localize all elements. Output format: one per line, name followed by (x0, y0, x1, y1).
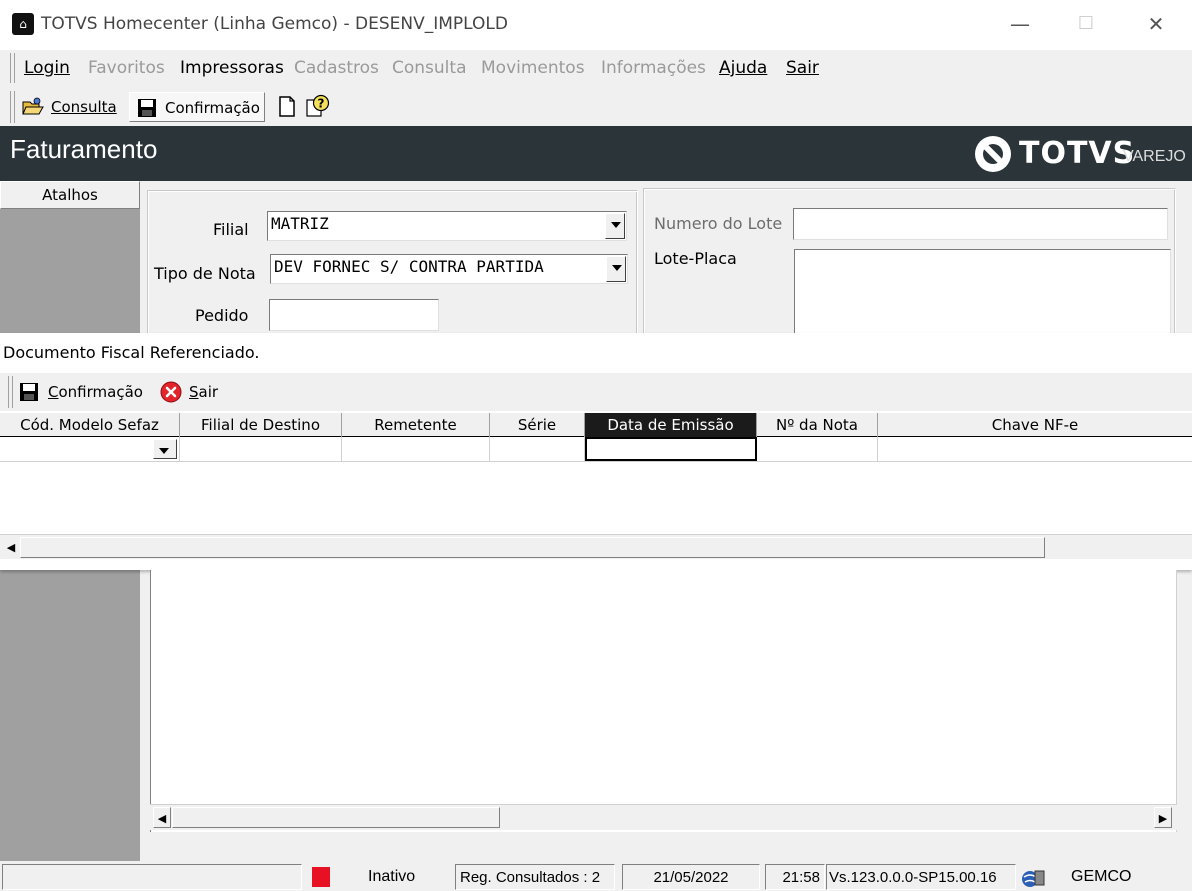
status-panel-message (2, 864, 302, 890)
consulta-button[interactable]: Consulta (22, 92, 126, 122)
status-version: Vs.123.0.0.0-SP15.00.16 (826, 864, 1016, 890)
cell-cod-modelo-sefaz[interactable] (0, 437, 180, 461)
menu-grip (10, 53, 15, 83)
dialog-toolbar: Confirmação Sair (0, 373, 1192, 411)
status-date: 21/05/2022 (622, 864, 760, 890)
confirmacao-label: Confirmação (165, 99, 260, 117)
module-title: Faturamento (10, 134, 158, 164)
menu-impressoras[interactable]: Impressoras (180, 58, 284, 78)
close-button[interactable]: ✕ (1136, 10, 1176, 38)
menu-ajuda[interactable]: Ajuda (719, 58, 767, 78)
filial-dropdown-icon[interactable] (605, 213, 625, 239)
dialog-toolbar-grip (8, 376, 13, 408)
col-remetente[interactable]: Remetente (342, 413, 490, 437)
lote-placa-textarea[interactable] (794, 249, 1171, 339)
col-chave-nfe[interactable]: Chave NF-e (878, 413, 1192, 437)
confirmacao-button[interactable]: Confirmação (129, 92, 265, 122)
status-reg-consultados: Reg. Consultados : 2 (455, 864, 615, 890)
tipo-nota-combo[interactable]: DEV FORNEC S/ CONTRA PARTIDA (270, 254, 628, 284)
col-filial-destino[interactable]: Filial de Destino (180, 413, 342, 437)
list-horizontal-scrollbar[interactable]: ◀ ▶ (150, 804, 1177, 830)
network-icon (1022, 870, 1045, 887)
menu-login[interactable]: Login (24, 58, 70, 78)
window-title: TOTVS Homecenter (Linha Gemco) - DESENV_… (41, 14, 508, 34)
app-icon: ⌂ (12, 13, 34, 35)
dialog-sair-button[interactable]: Sair (160, 377, 230, 407)
logo-subtext: VAREJO (1123, 148, 1186, 165)
dialog-confirmacao-label: Confirmação (48, 383, 143, 401)
scroll-right-icon[interactable]: ▶ (1154, 807, 1172, 828)
documento-fiscal-dialog: Documento Fiscal Referenciado. Confirmaç… (0, 333, 1192, 570)
status-time: 21:58 (765, 864, 825, 890)
numero-lote-input[interactable] (793, 208, 1168, 240)
tipo-nota-value: DEV FORNEC S/ CONTRA PARTIDA (274, 257, 544, 276)
menu-informacoes[interactable]: Informações (601, 58, 706, 78)
module-header: Faturamento TOTVS VAREJO (0, 126, 1192, 181)
modelo-dropdown-icon[interactable] (153, 439, 177, 459)
tipo-nota-label: Tipo de Nota (154, 264, 256, 283)
menu-cadastros[interactable]: Cadastros (294, 58, 379, 78)
toolbar: Consulta Confirmação ? (0, 88, 340, 126)
items-list-panel[interactable] (150, 570, 1177, 832)
dialog-title: Documento Fiscal Referenciado. (3, 343, 260, 362)
col-numero-nota[interactable]: Nº da Nota (757, 413, 878, 437)
folder-open-icon (22, 97, 44, 115)
menu-favoritos[interactable]: Favoritos (88, 58, 165, 78)
toolbar-grip (10, 91, 15, 123)
menu-sair[interactable]: Sair (786, 58, 819, 78)
menu-consulta[interactable]: Consulta (392, 58, 466, 78)
filial-value: MATRIZ (271, 214, 329, 233)
title-bar: ⌂ TOTVS Homecenter (Linha Gemco) - DESEN… (0, 0, 1192, 50)
cell-serie[interactable] (490, 437, 585, 461)
numero-lote-label: Numero do Lote (654, 214, 783, 233)
dialog-confirmacao-button[interactable]: Confirmação (19, 377, 147, 407)
cell-data-emissao[interactable] (585, 437, 757, 461)
menu-bar: Login Favoritos Impressoras Cadastros Co… (0, 50, 1192, 86)
cell-chave-nfe[interactable] (878, 437, 1192, 461)
lote-placa-label: Lote-Placa (654, 249, 737, 268)
status-bar: Inativo Reg. Consultados : 2 21/05/2022 … (0, 861, 1192, 891)
dialog-horizontal-scrollbar[interactable]: ◀ (0, 534, 1192, 559)
col-serie[interactable]: Série (490, 413, 585, 437)
table-row (0, 437, 1192, 462)
col-data-emissao[interactable]: Data de Emissão (585, 413, 757, 437)
scrollbar-thumb[interactable] (172, 807, 500, 828)
totvs-logo-mark (975, 136, 1011, 172)
close-circle-icon (160, 381, 182, 403)
atalhos-button[interactable]: Atalhos (0, 181, 140, 209)
cell-filial-destino[interactable] (180, 437, 342, 461)
cell-numero-nota[interactable] (757, 437, 878, 461)
status-estado: Inativo (368, 868, 416, 885)
pedido-input[interactable] (269, 299, 439, 331)
consulta-label: Consulta (51, 98, 117, 116)
status-indicator (312, 867, 330, 887)
minimize-button[interactable]: — (1000, 10, 1040, 38)
menu-movimentos[interactable]: Movimentos (481, 58, 585, 78)
dialog-sair-label: Sair (189, 383, 219, 401)
pedido-label: Pedido (195, 306, 249, 325)
status-system: GEMCO (1071, 868, 1132, 885)
grid-header: Cód. Modelo Sefaz Filial de Destino Reme… (0, 413, 1192, 437)
filial-label: Filial (213, 220, 249, 239)
filial-combo[interactable]: MATRIZ (267, 211, 627, 241)
new-document-icon[interactable] (278, 96, 296, 118)
logo-text: TOTVS (1019, 136, 1136, 171)
scroll-left-icon[interactable]: ◀ (153, 807, 171, 828)
scroll-left-icon[interactable]: ◀ (2, 537, 20, 558)
maximize-button[interactable]: ☐ (1066, 10, 1106, 38)
help-icon[interactable]: ? (305, 94, 331, 118)
save-icon (20, 383, 38, 401)
svg-text:?: ? (318, 97, 325, 111)
scrollbar-thumb[interactable] (20, 537, 1045, 558)
col-cod-modelo-sefaz[interactable]: Cód. Modelo Sefaz (0, 413, 180, 437)
lote-groupbox: Numero do Lote Lote-Placa (643, 188, 1176, 340)
tipo-nota-dropdown-icon[interactable] (606, 256, 626, 282)
nota-groupbox: Filial MATRIZ Tipo de Nota DEV FORNEC S/… (147, 190, 638, 340)
save-icon (138, 99, 156, 117)
cell-remetente[interactable] (342, 437, 490, 461)
